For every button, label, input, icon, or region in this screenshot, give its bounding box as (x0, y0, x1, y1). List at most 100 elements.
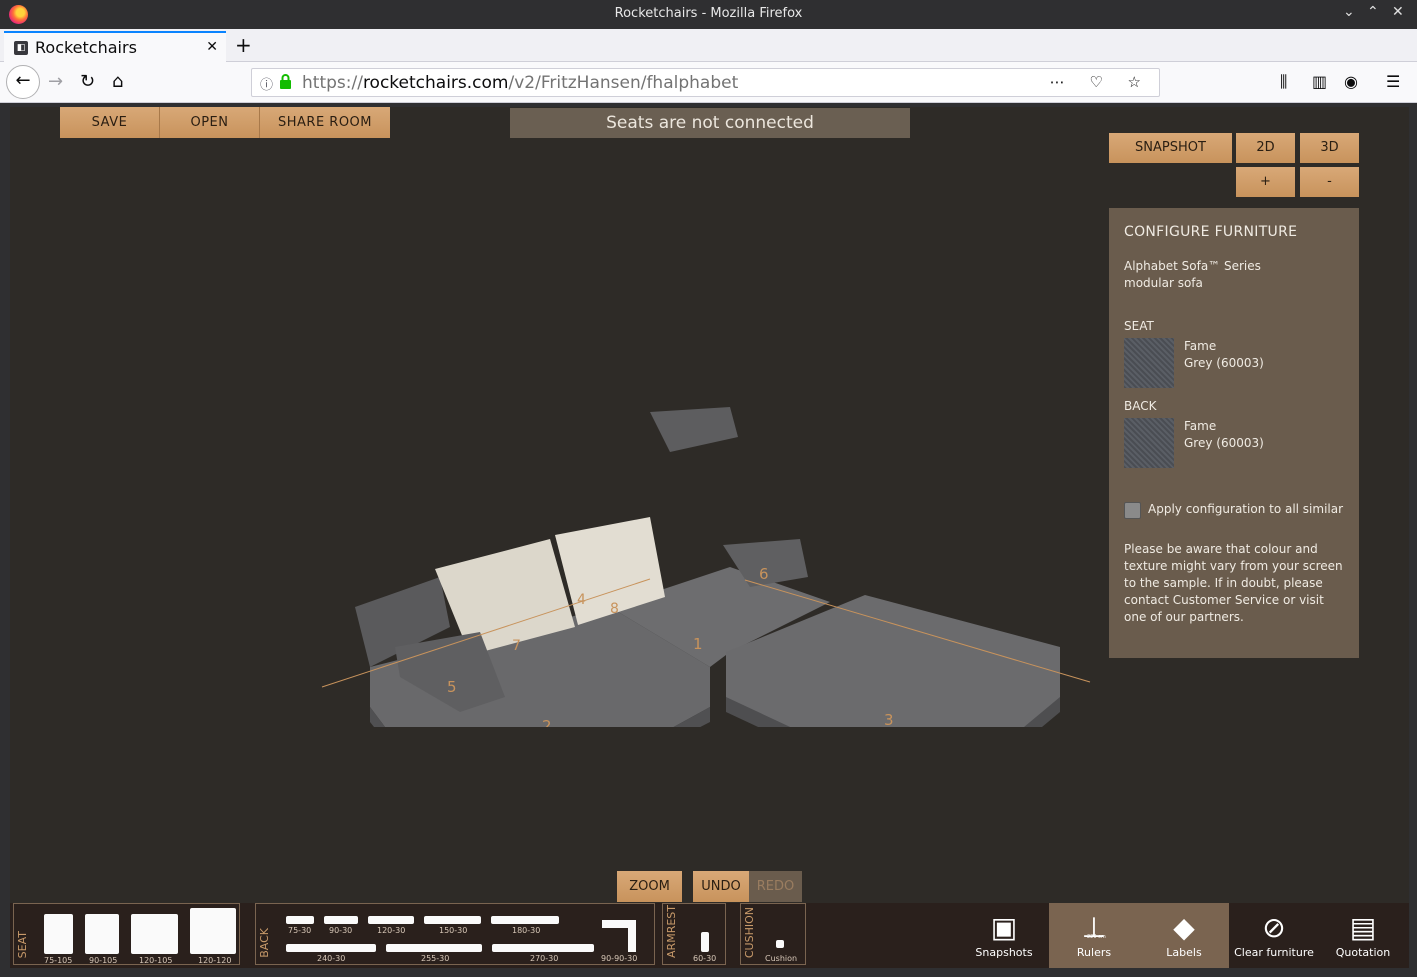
seat-piece-1-label: 75-105 (44, 956, 73, 965)
lock-icon (280, 74, 291, 89)
cushion-piece[interactable] (776, 940, 784, 948)
apply-all-label: Apply configuration to all similar (1148, 502, 1344, 516)
sidebar-icon[interactable]: ▥ (1312, 72, 1327, 91)
seat-label-5[interactable]: 5 (447, 678, 457, 696)
back-piece-8-label: 270-30 (530, 954, 559, 963)
back-piece-9[interactable] (602, 920, 638, 954)
color-disclaimer: Please be aware that colour and texture … (1124, 542, 1343, 624)
seat-label-4[interactable]: 4 (577, 592, 586, 608)
url-text[interactable]: https://rocketchairs.com/v2/FritzHansen/… (302, 73, 738, 93)
maximize-icon[interactable]: ⌃ (1367, 4, 1379, 20)
back-piece-6-label: 240-30 (317, 954, 346, 963)
seat-label-2[interactable]: 2 (542, 717, 552, 727)
zoom-button[interactable]: ZOOM (617, 871, 682, 902)
tag-icon: ◆ (1173, 911, 1195, 944)
menu-icon[interactable]: ☰ (1386, 72, 1400, 91)
clear-furniture-tool[interactable]: ⊘ Clear furniture (1230, 903, 1318, 968)
view-3d-button[interactable]: 3D (1300, 133, 1359, 163)
seat-label-3[interactable]: 3 (884, 711, 894, 727)
back-section-label: BACK (1124, 399, 1157, 413)
cushion-palette-label: CUSHION (743, 906, 756, 958)
furniture-palette: SEAT 75-105 90-105 120-105 120-120 BACK … (10, 903, 1409, 968)
labels-label: Labels (1166, 946, 1202, 959)
library-icon[interactable]: ⫼ (1280, 72, 1287, 92)
armrest-palette: ARMREST 60-30 (662, 903, 726, 965)
back-fabric-swatch[interactable] (1124, 418, 1174, 468)
armrest-piece[interactable] (701, 932, 709, 952)
back-piece-7-label: 255-30 (421, 954, 450, 963)
labels-tool[interactable]: ◆ Labels (1139, 903, 1229, 968)
snapshots-tool[interactable]: ▣ Snapshots (960, 903, 1048, 968)
seat-section-label: SEAT (1124, 319, 1154, 333)
back-piece-5[interactable] (491, 916, 559, 924)
save-button[interactable]: SAVE (60, 107, 160, 138)
back-piece-8[interactable] (492, 944, 594, 952)
zoom-out-button[interactable]: - (1300, 167, 1359, 197)
armrest-piece-label: 60-30 (693, 954, 717, 963)
sofa-3d-view[interactable]: 1 2 3 4 5 6 7 8 (300, 397, 1100, 727)
back-piece-1[interactable] (286, 916, 314, 924)
back-palette-label: BACK (258, 928, 271, 958)
open-button[interactable]: OPEN (160, 107, 260, 138)
seat-label-6[interactable]: 6 (759, 565, 769, 583)
seat-piece-2-label: 90-105 (89, 956, 118, 965)
url-bar[interactable]: ⓘ https://rocketchairs.com/v2/FritzHanse… (251, 68, 1160, 97)
view-2d-button[interactable]: 2D (1236, 133, 1295, 163)
seat-piece-3[interactable] (131, 914, 178, 954)
back-piece-3[interactable] (368, 916, 414, 924)
page-actions-icon[interactable]: ⋯ ♡ ☆ (1050, 73, 1151, 91)
sofa-back-module[interactable] (650, 407, 738, 452)
back-piece-3-label: 120-30 (377, 926, 406, 935)
clear-furniture-label: Clear furniture (1234, 946, 1314, 959)
back-piece-2-label: 90-30 (329, 926, 353, 935)
back-piece-4[interactable] (424, 916, 481, 924)
rulers-tool[interactable]: ⊥ 220 cm Rulers (1049, 903, 1139, 968)
seat-fabric-swatch[interactable] (1124, 338, 1174, 388)
seat-fabric-color: Grey (60003) (1184, 356, 1264, 370)
seat-fabric-name: Fame (1184, 339, 1217, 353)
configure-panel: CONFIGURE FURNITURE Alphabet Sofa™ Serie… (1109, 208, 1359, 658)
seat-label-8[interactable]: 8 (610, 601, 619, 617)
undo-button[interactable]: UNDO (693, 871, 749, 902)
seat-piece-2[interactable] (85, 914, 119, 954)
forward-icon[interactable]: → (48, 71, 63, 92)
back-piece-4-label: 150-30 (439, 926, 468, 935)
product-name: Alphabet Sofa™ Series (1124, 259, 1261, 273)
app-canvas[interactable]: SAVE OPEN SHARE ROOM Seats are not conne… (10, 107, 1409, 968)
armrest-palette-label: ARMREST (665, 905, 678, 958)
status-message: Seats are not connected (510, 108, 910, 138)
seat-palette: SEAT 75-105 90-105 120-105 120-120 (13, 903, 240, 965)
window-close-icon[interactable]: ✕ (1392, 4, 1404, 20)
site-info-icon[interactable]: ⓘ (260, 74, 273, 93)
back-piece-6[interactable] (286, 944, 376, 952)
reload-icon[interactable]: ↻ (80, 71, 95, 92)
tab-rocketchairs[interactable]: ◧ Rocketchairs ✕ (4, 31, 226, 62)
seat-piece-4[interactable] (190, 908, 236, 954)
zoom-in-button[interactable]: + (1236, 167, 1295, 197)
quotation-tool[interactable]: ▤ Quotation (1319, 903, 1407, 968)
share-room-button[interactable]: SHARE ROOM (260, 107, 390, 138)
new-tab-icon[interactable]: + (235, 33, 252, 57)
navigation-bar: ← → ↻ ⌂ ⓘ https://rocketchairs.com/v2/Fr… (0, 62, 1417, 103)
product-type: modular sofa (1124, 276, 1203, 290)
seat-label-7[interactable]: 7 (512, 638, 521, 654)
back-piece-2[interactable] (324, 916, 358, 924)
minimize-icon[interactable]: ⌄ (1343, 4, 1355, 20)
home-icon[interactable]: ⌂ (112, 71, 123, 92)
seat-piece-3-label: 120-105 (139, 956, 173, 965)
prohibited-icon: ⊘ (1262, 911, 1286, 944)
seat-label-1[interactable]: 1 (693, 635, 703, 653)
apply-all-checkbox[interactable] (1124, 502, 1141, 519)
back-button[interactable]: ← (6, 65, 40, 99)
tab-close-icon[interactable]: ✕ (206, 39, 218, 55)
back-piece-5-label: 180-30 (512, 926, 541, 935)
back-fabric-name: Fame (1184, 419, 1217, 433)
tab-title: Rocketchairs (35, 38, 137, 57)
rulers-label: Rulers (1076, 946, 1112, 959)
seat-piece-1[interactable] (44, 914, 73, 954)
redo-button[interactable]: REDO (749, 871, 802, 902)
account-icon[interactable]: ◉ (1344, 72, 1358, 91)
back-piece-7[interactable] (386, 944, 482, 952)
document-icon: ▤ (1349, 911, 1377, 944)
snapshot-button[interactable]: SNAPSHOT (1109, 133, 1232, 163)
